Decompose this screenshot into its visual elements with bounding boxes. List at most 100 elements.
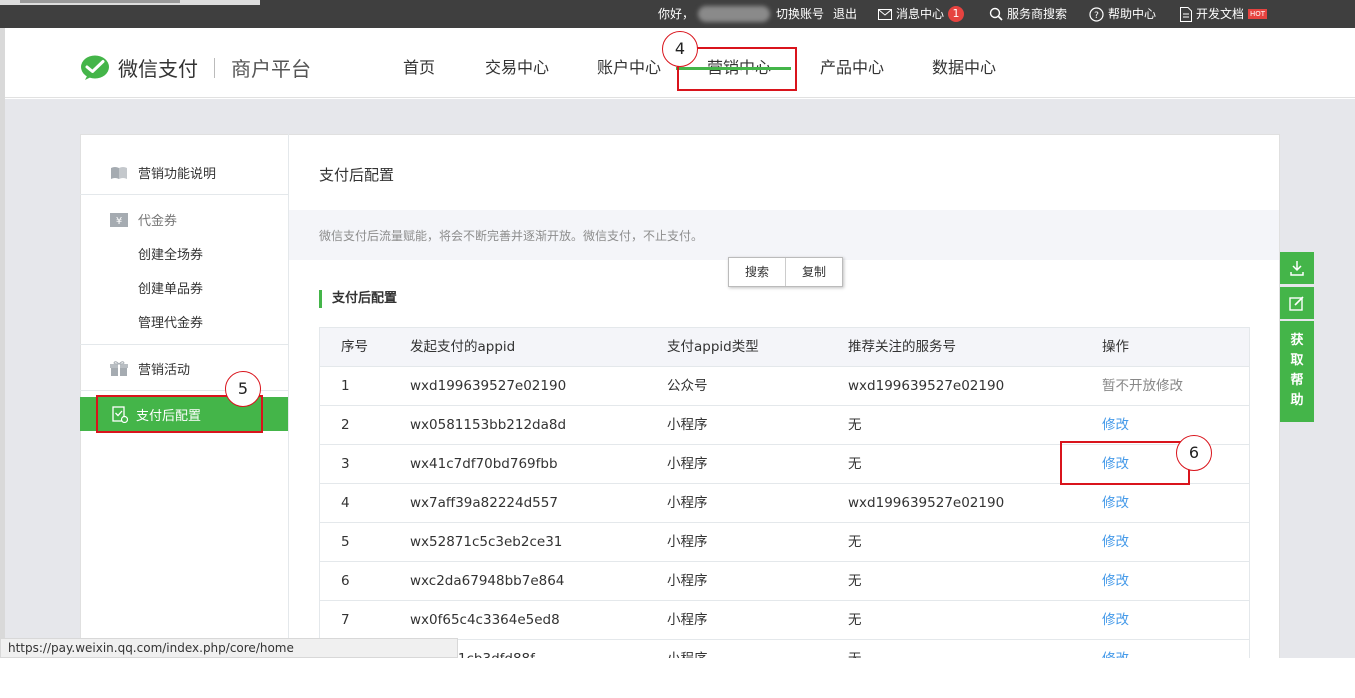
sidebar-item-activity-label: 营销活动 <box>138 363 191 378</box>
message-count-badge: 1 <box>948 6 965 22</box>
svg-text:¥: ¥ <box>116 216 122 227</box>
cell-index: 5 <box>341 534 350 550</box>
cell-appid-type: 小程序 <box>667 417 708 433</box>
edit-link[interactable]: 修改 <box>1102 406 1129 445</box>
cell-index: 7 <box>341 612 350 628</box>
logo-text: 微信支付 <box>118 57 198 81</box>
help-center-link[interactable]: ? 帮助中心 <box>1089 0 1156 28</box>
edit-icon <box>1289 296 1304 311</box>
nav-account[interactable]: 账户中心 <box>596 28 662 98</box>
coupon-icon: ¥ <box>110 212 128 227</box>
cell-service-account: wxd199639527e02190 <box>848 378 1005 394</box>
cell-index: 3 <box>341 456 350 472</box>
column-header: 序号 <box>341 339 368 355</box>
logout-link[interactable]: 退出 <box>833 0 857 28</box>
dev-docs-link[interactable]: 开发文档 HOT <box>1180 0 1268 28</box>
edit-link[interactable]: 修改 <box>1102 601 1129 640</box>
cell-appid-type: 小程序 <box>667 495 708 511</box>
message-center-label: 消息中心 <box>896 7 945 21</box>
sidebar-divider <box>80 344 288 345</box>
logout-label: 退出 <box>833 7 858 21</box>
message-center-link[interactable]: 消息中心 1 <box>878 0 965 28</box>
sidebar-divider <box>80 194 288 195</box>
cell-appid-type: 公众号 <box>667 378 708 394</box>
config-table: 序号 发起支付的appid 支付appid类型 推荐关注的服务号 操作 1 wx… <box>319 327 1250 679</box>
sidebar-group-coupon-label: 代金券 <box>138 214 178 229</box>
nav-home[interactable]: 首页 <box>399 28 439 98</box>
copy-button[interactable]: 复制 <box>785 258 842 286</box>
sidebar-item-manage-coupon[interactable]: 管理代金券 <box>138 312 203 331</box>
column-header: 推荐关注的服务号 <box>848 339 956 355</box>
search-button[interactable]: 搜索 <box>729 258 785 286</box>
cell-appid: wx52871c5c3eb2ce31 <box>410 534 563 550</box>
table-row: 7 wx0f65c4c3364e5ed8 小程序 无 修改 <box>320 601 1249 640</box>
cell-service-account: 无 <box>848 612 862 628</box>
status-bar-url: https://pay.weixin.qq.com/index.php/core… <box>0 638 458 658</box>
edit-link[interactable]: 修改 <box>1102 562 1129 601</box>
blurred-username <box>698 6 771 22</box>
sidebar-item-intro[interactable]: 营销功能说明 <box>110 163 216 182</box>
cell-appid: wx7aff39a82224d557 <box>410 495 558 511</box>
help-label-char: 取 <box>1290 353 1304 368</box>
switch-account-label: 切换账号 <box>776 7 825 21</box>
cell-service-account: 无 <box>848 534 862 550</box>
table-row: 4 wx7aff39a82224d557 小程序 wxd199639527e02… <box>320 484 1249 523</box>
platform-name: 商户平台 <box>231 57 311 81</box>
nav-data[interactable]: 数据中心 <box>931 28 997 98</box>
annotation-step-5: 5 <box>225 371 261 407</box>
notice-text: 微信支付后流量赋能，将会不断完善并逐渐开放。微信支付，不止支付。 <box>319 229 704 243</box>
switch-account-link[interactable]: 切换账号 <box>776 0 824 28</box>
download-tool-button[interactable] <box>1280 252 1314 284</box>
feedback-tool-button[interactable] <box>1280 287 1314 319</box>
column-header: 支付appid类型 <box>667 339 759 355</box>
provider-search-label: 服务商搜索 <box>1007 7 1068 21</box>
window-fragment-inner <box>20 0 180 3</box>
gift-icon <box>110 360 128 376</box>
book-icon <box>111 166 127 179</box>
cell-index: 2 <box>341 417 350 433</box>
notice-banner: 微信支付后流量赋能，将会不断完善并逐渐开放。微信支付，不止支付。 <box>289 210 1279 260</box>
cell-service-account: wxd199639527e02190 <box>848 495 1005 511</box>
section-title: 支付后配置 <box>319 290 397 308</box>
annotation-step-6: 6 <box>1176 435 1212 471</box>
help-label-char: 帮 <box>1290 373 1304 388</box>
get-help-button[interactable]: 获 取 帮 助 <box>1280 321 1314 422</box>
hot-badge: HOT <box>1248 9 1268 19</box>
help-icon: ? <box>1089 6 1104 22</box>
cell-appid: wxd199639527e02190 <box>410 378 567 394</box>
logo[interactable]: 微信支付 商户平台 <box>80 53 311 82</box>
sidebar-item-intro-label: 营销功能说明 <box>138 167 217 182</box>
cell-appid: wxc2da67948bb7e864 <box>410 573 565 589</box>
dev-docs-label: 开发文档 <box>1196 7 1245 21</box>
edit-link[interactable]: 修改 <box>1102 523 1129 562</box>
cell-action-disabled: 暂不开放修改 <box>1102 378 1183 394</box>
help-center-label: 帮助中心 <box>1108 7 1157 21</box>
table-row: 5 wx52871c5c3eb2ce31 小程序 无 修改 <box>320 523 1249 562</box>
sidebar-group-coupon[interactable]: ¥ 代金券 <box>110 210 177 229</box>
download-icon <box>1290 261 1304 276</box>
edit-link[interactable]: 修改 <box>1102 484 1129 523</box>
sidebar-item-create-single-coupon[interactable]: 创建单品券 <box>138 278 203 297</box>
cell-appid-type: 小程序 <box>667 456 708 472</box>
mail-icon <box>878 8 892 20</box>
sidebar-item-create-full-coupon[interactable]: 创建全场券 <box>138 244 203 263</box>
greeting: 你好， <box>658 0 771 28</box>
cell-appid-type: 小程序 <box>667 612 708 628</box>
nav-transactions[interactable]: 交易中心 <box>484 28 550 98</box>
column-header: 发起支付的appid <box>410 339 516 355</box>
help-label-char: 助 <box>1290 393 1304 408</box>
cell-appid: wx0581153bb212da8d <box>410 417 567 433</box>
nav-products[interactable]: 产品中心 <box>819 28 885 98</box>
column-header: 操作 <box>1102 339 1129 355</box>
provider-search-link[interactable]: 服务商搜索 <box>989 0 1067 28</box>
document-icon <box>1180 6 1192 22</box>
sidebar-item-activity[interactable]: 营销活动 <box>110 359 190 378</box>
cell-appid-type: 小程序 <box>667 534 708 550</box>
cell-appid-type: 小程序 <box>667 573 708 589</box>
table-row: 2 wx0581153bb212da8d 小程序 无 修改 <box>320 406 1249 445</box>
wechat-pay-logo-icon <box>81 55 109 80</box>
table-row: 1 wxd199639527e02190 公众号 wxd199639527e02… <box>320 367 1249 406</box>
bottom-area <box>0 658 1355 698</box>
cell-appid: wx0f65c4c3364e5ed8 <box>410 612 560 628</box>
context-toolbar: 搜索 复制 <box>728 257 843 287</box>
